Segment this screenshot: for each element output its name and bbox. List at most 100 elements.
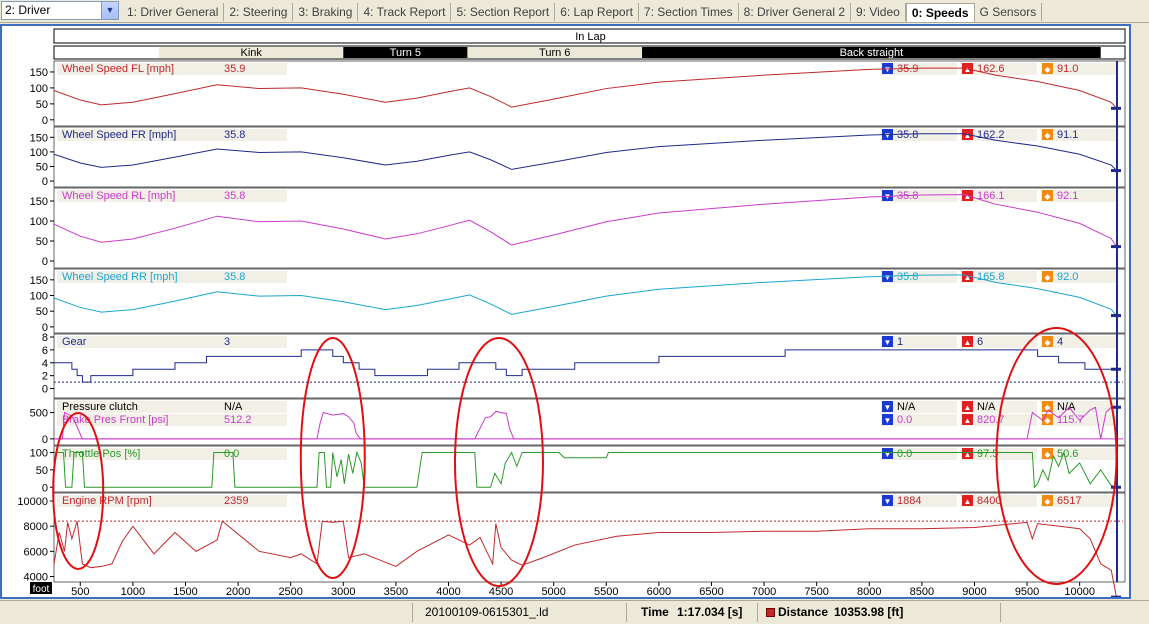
y-tick-label: 0 bbox=[42, 115, 48, 127]
channel-min-value: 0.0 bbox=[897, 414, 912, 426]
channel-cursor-value: 512.2 bbox=[224, 414, 252, 426]
x-tick-label: 8500 bbox=[910, 586, 934, 597]
x-tick-label: 5000 bbox=[541, 586, 565, 597]
x-tick-label: 1000 bbox=[121, 586, 145, 597]
x-tick-label: 6000 bbox=[647, 586, 671, 597]
avg-stat-icon: ◆ bbox=[1044, 497, 1051, 506]
y-tick-label: 6000 bbox=[24, 546, 48, 558]
x-tick-label: 5500 bbox=[594, 586, 618, 597]
status-separator bbox=[1000, 603, 1001, 622]
status-filename: 20100109-0615301_.ld bbox=[425, 605, 549, 619]
tab-3-braking[interactable]: 3: Braking bbox=[293, 3, 359, 21]
min-stat-icon: ▼ bbox=[884, 273, 892, 282]
min-stat-icon: ▼ bbox=[884, 131, 892, 140]
avg-stat-icon: ◆ bbox=[1044, 65, 1051, 74]
y-tick-label: 150 bbox=[30, 196, 48, 208]
channel-cursor-value: 35.8 bbox=[224, 190, 245, 202]
vertical-scrollbar[interactable] bbox=[1131, 24, 1149, 599]
tab-1-driver-general[interactable]: 1: Driver General bbox=[122, 3, 225, 21]
channel-avg-value: 91.0 bbox=[1057, 63, 1078, 75]
status-separator bbox=[412, 603, 413, 622]
channel-name: Wheel Speed RL [mph] bbox=[62, 190, 175, 202]
channel-cursor-value: 35.8 bbox=[224, 129, 245, 141]
tab-4-track-report[interactable]: 4: Track Report bbox=[358, 3, 452, 21]
avg-stat-icon: ◆ bbox=[1044, 273, 1051, 282]
status-time-value: 1:17.034 [s] bbox=[677, 605, 743, 619]
channel-name: Engine RPM [rpm] bbox=[62, 495, 152, 507]
distance-marker-icon bbox=[766, 608, 775, 617]
y-tick-label: 150 bbox=[30, 67, 48, 79]
channel-max-value: N/A bbox=[977, 401, 996, 413]
y-tick-label: 100 bbox=[30, 291, 48, 303]
x-tick-label: 3500 bbox=[384, 586, 408, 597]
max-stat-icon: ▲ bbox=[964, 416, 972, 425]
y-tick-label: 50 bbox=[36, 161, 48, 173]
channel-avg-value: N/A bbox=[1057, 401, 1076, 413]
channel-cursor-value: 35.9 bbox=[224, 63, 245, 75]
channel-name: Pressure clutch bbox=[62, 401, 138, 413]
tab-8-driver-general-2[interactable]: 8: Driver General 2 bbox=[739, 3, 852, 21]
worksheet-tabs: 1: Driver General 2: Steering 3: Braking 4:… bbox=[122, 3, 1043, 22]
channel-max-value: 162.6 bbox=[977, 63, 1005, 75]
y-tick-label: 50 bbox=[36, 236, 48, 248]
status-distance-value: 10353.98 [ft] bbox=[834, 605, 904, 619]
channel-avg-value: 50.6 bbox=[1057, 448, 1078, 460]
x-tick-label: 7500 bbox=[804, 586, 828, 597]
y-tick-label: 10000 bbox=[17, 496, 48, 508]
worksheet-select[interactable]: 2: Driver ▼ bbox=[1, 1, 119, 20]
status-separator bbox=[757, 603, 758, 622]
channel-avg-value: 92.0 bbox=[1057, 271, 1078, 283]
telemetry-chart[interactable]: In LapKink Turn 5 Turn 6 Back straight15010… bbox=[2, 26, 1129, 599]
x-tick-label: 4500 bbox=[489, 586, 513, 597]
tab-7-section-times[interactable]: 7: Section Times bbox=[639, 3, 739, 21]
tab-9-video[interactable]: 9: Video bbox=[851, 3, 906, 21]
y-tick-label: 0 bbox=[42, 176, 48, 188]
min-stat-icon: ▼ bbox=[884, 403, 892, 412]
tab-6-lap-report[interactable]: 6: Lap Report bbox=[555, 3, 639, 21]
max-stat-icon: ▲ bbox=[964, 273, 972, 282]
chevron-down-icon[interactable]: ▼ bbox=[101, 2, 118, 19]
y-tick-label: 0 bbox=[42, 482, 48, 494]
y-tick-label: 50 bbox=[36, 306, 48, 318]
status-separator bbox=[626, 603, 627, 622]
channel-cursor-value: N/A bbox=[224, 401, 243, 413]
tab-2-steering[interactable]: 2: Steering bbox=[224, 3, 294, 21]
channel-cursor-value: 0.0 bbox=[224, 448, 239, 460]
x-tick-label: 7000 bbox=[752, 586, 776, 597]
x-unit-label: foot bbox=[33, 584, 50, 595]
worksheet-select-value: 2: Driver bbox=[5, 3, 51, 17]
avg-stat-icon: ◆ bbox=[1044, 450, 1051, 459]
tab-5-section-report[interactable]: 5: Section Report bbox=[451, 3, 556, 21]
x-tick-label: 3000 bbox=[331, 586, 355, 597]
avg-stat-icon: ◆ bbox=[1044, 338, 1051, 347]
x-tick-label: 9000 bbox=[962, 586, 986, 597]
channel-min-value: 1 bbox=[897, 336, 903, 348]
status-distance-label: Distance bbox=[778, 605, 829, 619]
section-label: Back straight bbox=[840, 47, 904, 59]
y-tick-label: 8 bbox=[42, 332, 48, 344]
max-stat-icon: ▲ bbox=[964, 338, 972, 347]
channel-label-bg bbox=[57, 336, 287, 348]
y-tick-label: 8000 bbox=[24, 521, 48, 533]
min-stat-icon: ▼ bbox=[884, 416, 892, 425]
channel-min-value: 0.0 bbox=[897, 448, 912, 460]
telemetry-app: 2: Driver ▼ 1: Driver General 2: Steering… bbox=[0, 0, 1149, 624]
y-tick-label: 4 bbox=[42, 358, 48, 370]
channel-name: Wheel Speed FR [mph] bbox=[62, 129, 176, 141]
tab-0-speeds[interactable]: 0: Speeds bbox=[905, 3, 975, 22]
status-time-label: Time bbox=[641, 605, 669, 619]
channel-avg-value: 6517 bbox=[1057, 495, 1081, 507]
x-tick-label: 9500 bbox=[1015, 586, 1039, 597]
min-stat-icon: ▼ bbox=[884, 450, 892, 459]
section-label: Kink bbox=[241, 47, 263, 59]
channel-max-value: 8400 bbox=[977, 495, 1001, 507]
x-tick-label: 4000 bbox=[436, 586, 460, 597]
y-tick-label: 0 bbox=[42, 434, 48, 446]
y-tick-label: 100 bbox=[30, 83, 48, 95]
channel-cursor-value: 2359 bbox=[224, 495, 248, 507]
avg-stat-icon: ◆ bbox=[1044, 416, 1051, 425]
channel-avg-value: 91.1 bbox=[1057, 129, 1078, 141]
tab-g-sensors[interactable]: G Sensors bbox=[975, 3, 1043, 21]
y-tick-label: 100 bbox=[30, 447, 48, 459]
chart-area[interactable]: In Lap Kink Turn 5 Turn 6 Back straight 150 10… bbox=[0, 24, 1131, 599]
